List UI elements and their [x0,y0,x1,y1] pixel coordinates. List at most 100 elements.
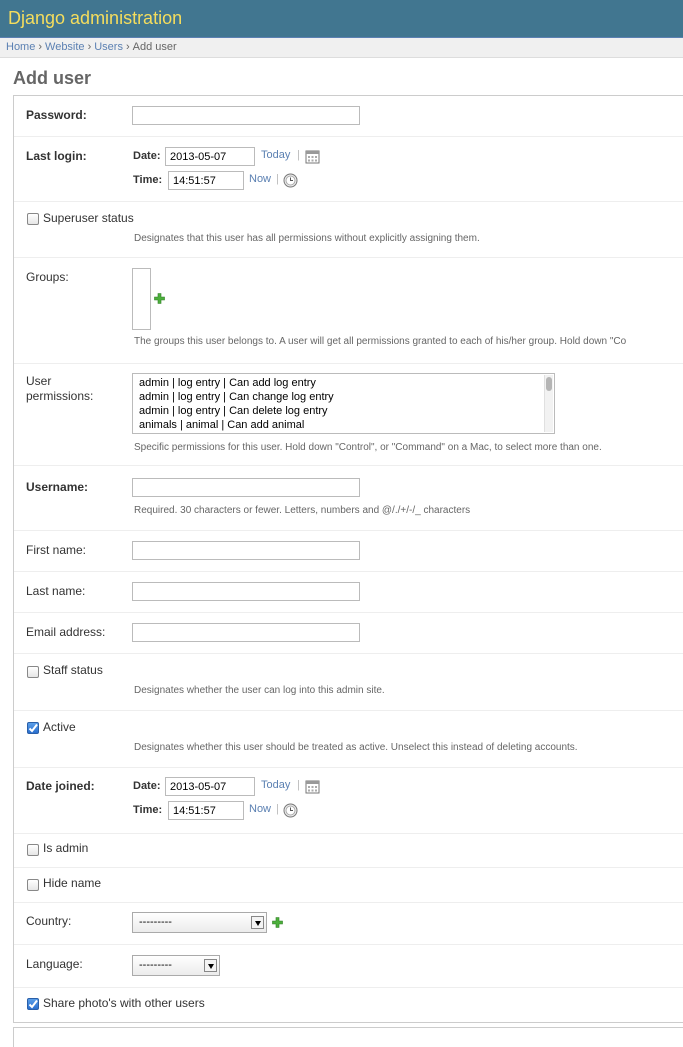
username-input[interactable] [132,478,360,497]
scrollbar-thumb[interactable] [546,377,552,391]
form-row-active: Active Designates whether this user shou… [14,711,683,768]
form-row-password: Password: [14,96,683,137]
date-joined-now-link[interactable]: Now [249,803,271,815]
share-photos-checkbox[interactable] [27,998,39,1010]
password-input[interactable] [132,106,360,125]
submit-row [13,1027,683,1047]
groups-help: The groups this user belongs to. A user … [134,336,627,347]
add-related-icon[interactable] [272,917,283,928]
country-selected-value: --------- [139,916,172,928]
username-label: Username: [26,480,89,494]
chevron-down-icon [204,959,217,972]
checkmark-icon [28,999,38,1009]
shortcut-separator: | [276,173,279,185]
breadcrumb-current: Add user [132,41,177,53]
country-label: Country: [26,914,72,928]
active-checkbox[interactable] [27,722,39,734]
last-login-label: Last login: [26,149,87,163]
last-login-date-label: Date: [133,150,161,162]
add-related-icon[interactable] [154,293,165,304]
user-permissions-label: User [26,374,52,388]
breadcrumb-separator: › [125,41,130,53]
shortcut-separator: | [297,779,300,791]
clock-icon[interactable] [283,803,298,818]
language-selected-value: --------- [139,959,172,971]
is-admin-checkbox[interactable] [27,844,39,856]
header: Django administration [0,0,683,38]
checkmark-icon [28,723,38,733]
form-row-username: Username: Required. 30 characters or few… [14,466,683,531]
form-row-first-name: First name: [14,531,683,572]
last-login-time-label: Time: [133,174,163,186]
page-title: Add user [13,68,92,88]
date-joined-date-label: Date: [133,780,161,792]
form-row-language: Language: --------- [14,945,683,988]
last-login-now-link[interactable]: Now [249,173,271,185]
form-row-hide-name: Hide name [14,868,683,903]
groups-select[interactable] [132,268,151,330]
form-row-country: Country: --------- [14,903,683,945]
email-input[interactable] [132,623,360,642]
superuser-checkbox[interactable] [27,213,39,225]
date-joined-time-label: Time: [133,804,163,816]
language-select[interactable]: --------- [132,955,220,976]
user-permissions-help: Specific permissions for this user. Hold… [134,442,602,453]
form-row-share-photos: Share photo's with other users [14,988,683,1022]
clock-icon[interactable] [283,173,298,188]
date-joined-today-link[interactable]: Today [261,779,290,791]
first-name-input[interactable] [132,541,360,560]
form-row-user-permissions: User permissions: admin | log entry | Ca… [14,364,683,466]
first-name-label: First name: [26,543,87,557]
chevron-down-icon [251,916,264,929]
share-photos-label: Share photo's with other users [43,996,205,1010]
date-joined-label: Date joined: [26,779,95,793]
language-label: Language: [26,957,83,971]
staff-label: Staff status [43,663,103,677]
superuser-help: Designates that this user has all permis… [134,233,480,244]
active-help: Designates whether this user should be t… [134,742,578,753]
superuser-label: Superuser status [43,211,134,225]
last-login-date-input[interactable] [165,147,255,166]
form-row-email: Email address: [14,613,683,654]
country-select[interactable]: --------- [132,912,267,933]
calendar-icon[interactable] [305,779,320,794]
list-item[interactable]: admin | log entry | Can delete log entry [139,405,328,417]
breadcrumb: Home › Website › Users › Add user [0,38,683,58]
breadcrumb-separator: › [87,41,92,53]
form-row-is-admin: Is admin [14,834,683,868]
user-permissions-label: permissions: [26,389,94,403]
form-row-superuser: Superuser status Designates that this us… [14,202,683,258]
calendar-icon[interactable] [305,149,320,164]
last-name-input[interactable] [132,582,360,601]
scrollbar[interactable] [544,375,553,432]
form-row-last-login: Last login: Date: Today | Time: Now | [14,137,683,202]
breadcrumb-home[interactable]: Home [6,41,35,53]
last-name-label: Last name: [26,584,86,598]
password-label: Password: [26,108,87,122]
breadcrumb-app[interactable]: Website [45,41,85,53]
list-item[interactable]: animals | animal | Can add animal [139,419,304,431]
breadcrumb-separator: › [38,41,43,53]
hide-name-label: Hide name [43,876,102,890]
date-joined-date-input[interactable] [165,777,255,796]
staff-help: Designates whether the user can log into… [134,685,385,696]
form-row-last-name: Last name: [14,572,683,613]
is-admin-label: Is admin [43,841,89,855]
list-item[interactable]: admin | log entry | Can add log entry [139,377,316,389]
hide-name-checkbox[interactable] [27,879,39,891]
user-permissions-select[interactable]: admin | log entry | Can add log entry ad… [132,373,555,434]
shortcut-separator: | [276,803,279,815]
site-name[interactable]: Django administration [8,8,182,29]
date-joined-time-input[interactable] [168,801,244,820]
shortcut-separator: | [297,149,300,161]
breadcrumb-model[interactable]: Users [94,41,123,53]
form-row-date-joined: Date joined: Date: Today | Time: Now | [14,768,683,834]
form-row-groups: Groups: The groups this user belongs to.… [14,258,683,364]
last-login-today-link[interactable]: Today [261,149,290,161]
list-item[interactable]: admin | log entry | Can change log entry [139,391,334,403]
staff-checkbox[interactable] [27,666,39,678]
groups-label: Groups: [26,270,69,284]
email-label: Email address: [26,625,106,639]
last-login-time-input[interactable] [168,171,244,190]
active-label: Active [43,720,76,734]
